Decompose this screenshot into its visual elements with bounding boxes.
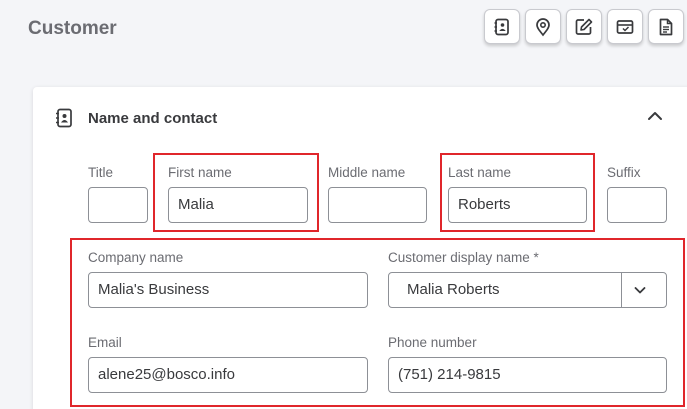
display-name-value: Malia Roberts [407,281,500,298]
last-name-field: Last name Roberts [448,164,587,223]
last-name-input[interactable]: Roberts [448,187,587,223]
chevron-down-icon [634,287,645,294]
middle-name-input[interactable] [328,187,427,223]
title-label: Title [88,165,114,180]
email-field: Email alene25@bosco.info [88,334,368,393]
payment-icon [616,19,634,34]
suffix-input[interactable] [607,187,667,223]
chevron-up-icon[interactable] [644,105,666,127]
contact-card-icon [494,18,509,35]
display-name-label: Customer display name * [388,250,539,265]
phone-input[interactable]: (751) 214-9815 [388,357,667,393]
display-name-select[interactable]: Malia Roberts [388,272,667,308]
email-input[interactable]: alene25@bosco.info [88,357,368,393]
edit-icon [575,18,593,35]
toolbar [484,9,684,44]
section-title: Name and contact [88,110,218,127]
phone-label: Phone number [388,335,477,350]
company-name-field: Company name Malia's Business [88,249,368,308]
middle-name-label: Middle name [328,165,406,180]
suffix-field: Suffix [607,164,667,223]
suffix-label: Suffix [607,165,641,180]
phone-field: Phone number (751) 214-9815 [388,334,667,393]
first-name-input[interactable]: Malia [168,187,308,223]
title-input[interactable] [88,187,148,223]
company-name-input[interactable]: Malia's Business [88,272,368,308]
location-button[interactable] [525,9,561,44]
payment-button[interactable] [607,9,643,44]
first-name-field: First name Malia [168,164,308,223]
last-name-label: Last name [448,165,512,180]
title-field: Title [88,164,148,223]
middle-name-field: Middle name [328,164,427,223]
dropdown-toggle[interactable] [621,273,657,307]
display-name-field: Customer display name * Malia Roberts [388,249,667,308]
document-icon [659,18,673,35]
page-title: Customer [28,18,117,39]
contact-card-icon [56,108,72,128]
document-button[interactable] [648,9,684,44]
email-label: Email [88,335,122,350]
name-and-contact-card: Name and contact Title First name Malia … [33,87,687,409]
first-name-label: First name [168,165,232,180]
company-name-label: Company name [88,250,184,265]
contact-card-button[interactable] [484,9,520,44]
location-pin-icon [536,17,550,36]
edit-button[interactable] [566,9,602,44]
